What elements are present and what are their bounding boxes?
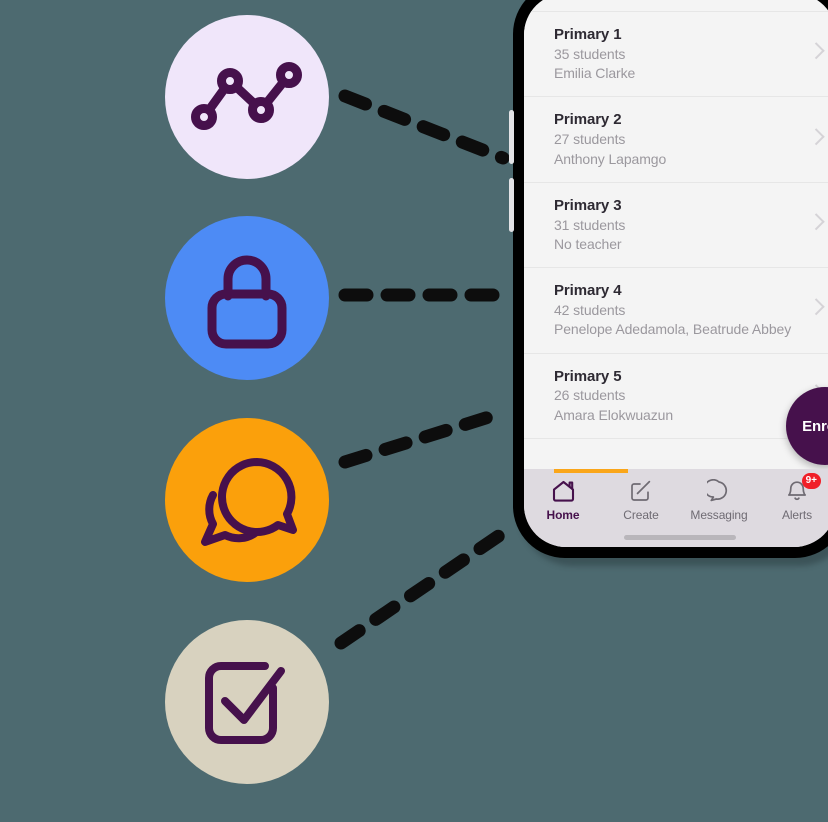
class-student-count: 31 students [554,216,626,233]
bell-icon: 9+ [785,473,821,504]
class-teacher: Anthony Lapamgo [554,150,667,167]
class-name: Primary 5 [554,367,622,385]
lock-icon [207,255,287,349]
table-row[interactable]: Primary 5 26 students Amara Elokwuazun [524,352,828,439]
table-row[interactable]: Primary 1 35 students Emilia Clarke [524,11,828,97]
class-student-count: 42 students [554,302,626,319]
feature-icon-analytics [165,15,329,179]
feature-icon-chat [165,418,329,582]
active-tab-indicator [554,469,628,473]
class-teacher: Amara Elokwuazun [554,406,674,423]
alerts-badge: 9+ [801,473,821,489]
feature-icon-lock [165,216,329,380]
home-indicator [624,535,736,540]
class-student-count: 27 students [554,131,626,148]
nav-item-create-label: Create [623,508,659,522]
checkbox-check-icon [205,662,285,744]
table-row[interactable]: Primary 4 42 students Penelope Adedamola… [524,267,828,353]
class-name: Primary 4 [554,282,622,300]
class-student-count: 35 students [554,45,626,62]
nav-item-alerts-label: Alerts [781,508,813,522]
nav-item-home-label: Home [546,508,580,522]
create-icon [629,478,653,504]
table-row[interactable]: Primary 3 31 students No teacher [524,181,828,268]
class-name: Primary 3 [554,196,622,214]
nav-item-messaging[interactable]: Messaging [680,478,758,522]
connector-line-chat [338,410,496,469]
class-list: Primary 1 35 students Emilia Clarke Prim… [524,0,828,440]
chevron-right-icon [807,213,825,231]
nav-item-create[interactable]: Create [602,478,680,522]
class-name: Primary 1 [554,26,622,43]
nav-item-home[interactable]: Home [524,478,602,522]
class-teacher: Penelope Adedamola, Beatrude Abbey [554,321,792,338]
bottom-navigation-bar: Home Create Messaging 9+ Alerts [524,469,828,547]
chat-bubbles-icon [201,458,297,546]
phone-mockup: Primary 1 35 students Emilia Clarke Prim… [509,0,828,566]
volume-up-button[interactable] [509,110,514,164]
class-student-count: 26 students [554,387,626,404]
class-name: Primary 2 [554,111,622,129]
class-teacher: Emilia Clarke [554,65,636,82]
chevron-right-icon [807,42,825,60]
message-icon [707,478,731,504]
nav-item-messaging-label: Messaging [690,508,748,522]
volume-down-button[interactable] [509,178,514,232]
phone-frame: Primary 1 35 students Emilia Clarke Prim… [509,0,828,558]
class-teacher: No teacher [554,235,622,252]
table-row[interactable]: Primary 2 27 students Anthony Lapamgo [524,96,828,182]
enrol-button-label: Enrol [802,417,828,435]
feature-icon-tasks [165,620,329,784]
chevron-right-icon [807,127,825,145]
illustration-canvas: Primary 1 35 students Emilia Clarke Prim… [0,0,828,822]
nav-item-alerts[interactable]: 9+ Alerts [758,473,828,522]
connector-line-tasks [334,526,510,650]
connector-line-analytics [338,89,510,165]
list-divider [524,438,828,440]
phone-screen: Primary 1 35 students Emilia Clarke Prim… [524,0,828,547]
line-chart-icon [191,62,302,130]
chevron-right-icon [807,298,825,316]
home-icon [551,478,576,504]
